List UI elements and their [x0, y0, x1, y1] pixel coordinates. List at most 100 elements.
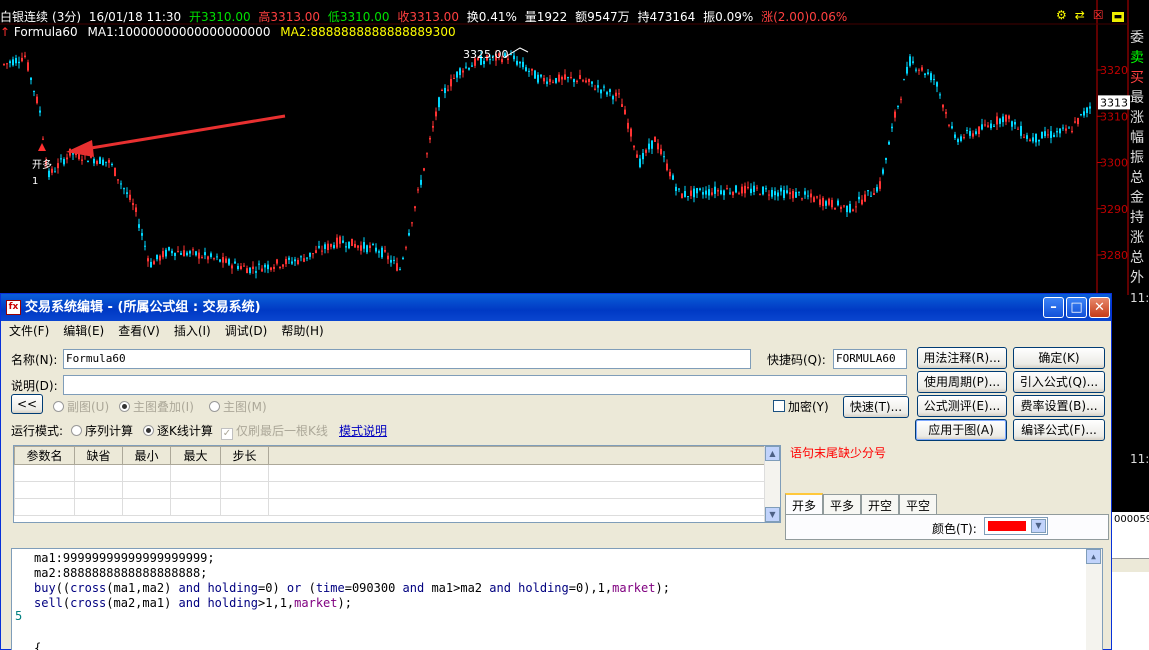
minimize-button[interactable]: – — [1043, 297, 1064, 318]
candle-body — [1002, 116, 1004, 123]
fee-settings-button[interactable]: 费率设置(B)... — [1013, 395, 1105, 417]
quote-label: 买 — [1130, 70, 1144, 86]
run-mode-per-bar[interactable]: 逐K线计算 — [143, 422, 213, 439]
candle-body — [939, 94, 941, 96]
transfer-icon[interactable]: ⇄ — [1075, 8, 1085, 22]
run-mode-series[interactable]: 序列计算 — [71, 422, 133, 439]
table-cell[interactable] — [122, 481, 171, 499]
menu-item-2[interactable]: 查看(V) — [118, 324, 160, 338]
menu-item-5[interactable]: 帮助(H) — [281, 324, 323, 338]
shortcut-label: 快捷码(Q): — [767, 353, 826, 367]
quote-label: 总 — [1130, 250, 1144, 266]
table-cell[interactable] — [170, 464, 221, 482]
table-cell[interactable] — [14, 464, 75, 482]
encrypt-checkbox[interactable]: 加密(Y) — [773, 398, 829, 415]
code-line[interactable]: { — [34, 641, 670, 650]
table-cell[interactable] — [74, 481, 123, 499]
confirm-button[interactable]: 确定(K) — [1013, 347, 1105, 369]
candle-body — [381, 247, 383, 258]
tab-signal-0[interactable]: 开多 — [785, 493, 824, 516]
table-cell[interactable] — [14, 498, 75, 516]
quick-button[interactable]: 快速(T)... — [843, 396, 909, 418]
money-icon[interactable]: ▬ — [1111, 12, 1125, 22]
formula-name: Formula60 — [13, 25, 78, 39]
table-cell[interactable] — [14, 481, 75, 499]
desc-input[interactable] — [63, 375, 907, 395]
table-cell[interactable] — [122, 498, 171, 516]
candle-body — [615, 92, 617, 97]
candle-body — [297, 260, 299, 264]
menu-item-0[interactable]: 文件(F) — [9, 324, 49, 338]
candle-body — [981, 124, 983, 130]
param-table[interactable]: 参数名 缺省 最小 最大 步长 ▲ ▼ — [13, 445, 781, 523]
candle-body — [348, 241, 350, 249]
editor-scrollbar[interactable]: ▲ — [1086, 549, 1102, 650]
candle-body — [714, 186, 716, 194]
chart-mode-main[interactable]: 主图(M) — [209, 398, 267, 415]
candle-body — [786, 190, 788, 193]
dialog-titlebar[interactable]: fx 交易系统编辑 - (所属公式组 : 交易系统) – □ ✕ — [1, 294, 1111, 321]
chevron-down-icon[interactable]: ▼ — [1031, 519, 1046, 533]
menu-item-1[interactable]: 编辑(E) — [63, 324, 104, 338]
table-cell[interactable] — [220, 481, 269, 499]
candle-body — [99, 157, 101, 164]
code-editor[interactable]: 5 ma1:99999999999999999999; ma2:888888888… — [11, 548, 1103, 650]
code-text[interactable]: ma1:99999999999999999999; ma2:88888888888… — [34, 551, 670, 650]
close-icon[interactable]: ☒ — [1093, 8, 1104, 22]
chart-mode-sub[interactable]: 副图(U) — [53, 398, 109, 415]
candle-body — [684, 191, 686, 197]
close-button[interactable]: ✕ — [1089, 297, 1110, 318]
maximize-button[interactable]: □ — [1066, 297, 1087, 318]
code-line[interactable]: buy((cross(ma1,ma2) and holding=0) or (t… — [34, 581, 670, 596]
candle-body — [576, 80, 578, 83]
use-period-button[interactable]: 使用周期(P)... — [917, 371, 1007, 393]
param-scrollbar[interactable]: ▲ ▼ — [764, 446, 780, 522]
candle-body — [108, 159, 110, 163]
usage-note-button[interactable]: 用法注释(R)... — [917, 347, 1007, 369]
table-cell[interactable] — [268, 464, 765, 482]
candle-body — [816, 196, 818, 198]
apply-to-chart-button[interactable]: 应用于图(A) — [915, 419, 1007, 441]
table-cell[interactable] — [74, 464, 123, 482]
table-row[interactable] — [14, 464, 765, 482]
table-cell[interactable] — [170, 481, 221, 499]
candle-body — [549, 78, 551, 82]
tab-signal-3[interactable]: 平空 — [899, 494, 938, 516]
code-line[interactable] — [34, 611, 670, 626]
tab-signal-1[interactable]: 平多 — [823, 494, 862, 516]
table-cell[interactable] — [74, 498, 123, 516]
candle-body — [207, 256, 209, 260]
candle-body — [762, 186, 764, 195]
code-line[interactable] — [34, 626, 670, 641]
menu-item-3[interactable]: 插入(I) — [174, 324, 211, 338]
candle-body — [174, 252, 176, 256]
shortcut-input[interactable]: FORMULA60 — [833, 349, 907, 369]
table-cell[interactable] — [220, 498, 269, 516]
candle-body — [1056, 131, 1058, 133]
candle-body — [27, 62, 29, 71]
table-cell[interactable] — [268, 481, 765, 499]
candle-body — [777, 192, 779, 197]
table-cell[interactable] — [170, 498, 221, 516]
formula-test-button[interactable]: 公式测评(E)... — [917, 395, 1007, 417]
refresh-last-checkbox[interactable]: ✓ 仅刷最后一根K线 — [221, 422, 328, 440]
table-row[interactable] — [14, 481, 765, 499]
chart-mode-overlay[interactable]: 主图叠加(I) — [119, 398, 194, 415]
code-line[interactable]: ma1:99999999999999999999; — [34, 551, 670, 566]
code-line[interactable]: sell(cross(ma2,ma1) and holding>1,1,mark… — [34, 596, 670, 611]
compile-formula-button[interactable]: 编译公式(F)... — [1013, 419, 1105, 441]
name-input[interactable]: Formula60 — [63, 349, 751, 369]
table-cell[interactable] — [268, 498, 765, 516]
menu-item-4[interactable]: 调试(D) — [225, 324, 268, 338]
candle-body — [552, 81, 554, 83]
tab-signal-2[interactable]: 开空 — [861, 494, 900, 516]
collapse-button[interactable]: << — [11, 394, 43, 414]
table-row[interactable] — [14, 498, 765, 516]
mode-help-link[interactable]: 模式说明 — [339, 422, 387, 439]
table-cell[interactable] — [122, 464, 171, 482]
import-formula-button[interactable]: 引入公式(Q)... — [1013, 371, 1105, 393]
table-cell[interactable] — [220, 464, 269, 482]
color-select[interactable]: ▼ — [984, 517, 1048, 535]
code-line[interactable]: ma2:8888888888888888888; — [34, 566, 670, 581]
settings-icon[interactable]: ⚙ — [1056, 8, 1067, 22]
